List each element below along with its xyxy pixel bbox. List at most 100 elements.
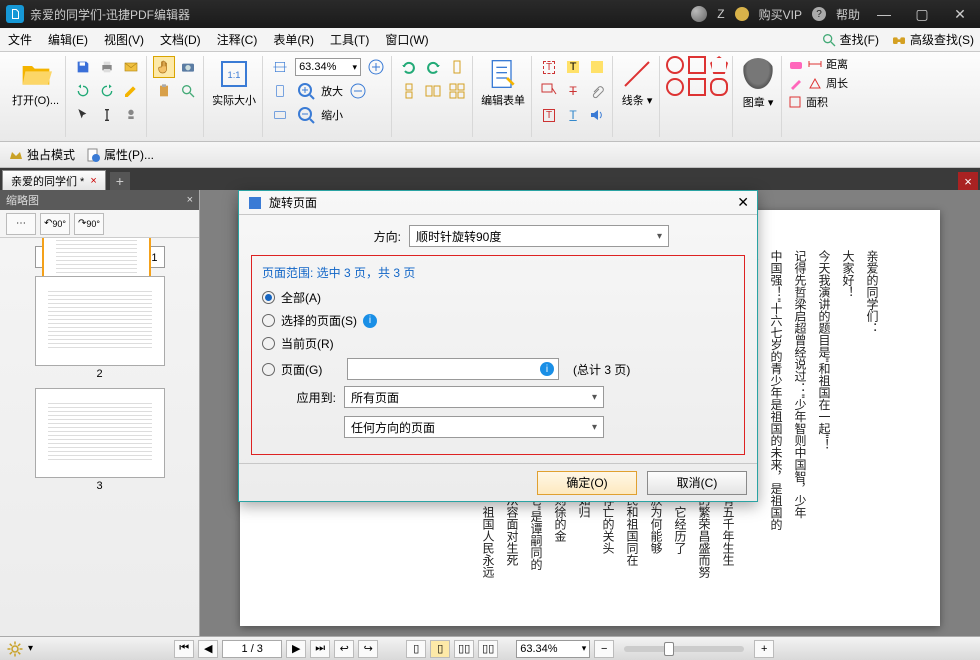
document-tab[interactable]: 亲爱的同学们 * × [2, 170, 106, 190]
zoom-minus-button[interactable] [347, 80, 369, 102]
gear-icon[interactable] [6, 640, 24, 658]
option-current[interactable]: 当前页(R) [262, 335, 734, 352]
last-page-button[interactable]: ⏭ [310, 640, 330, 658]
highlight-button[interactable]: T [562, 56, 584, 78]
exclusive-mode-button[interactable]: 独占模式 [8, 146, 75, 163]
panel-close-button[interactable]: × [187, 194, 193, 206]
direction-select[interactable]: 顺时针旋转90度▾ [409, 225, 669, 247]
thumb-rotate-ccw-button[interactable]: ↶90° [40, 213, 70, 235]
print-button[interactable] [96, 56, 118, 78]
layout-toggle-1[interactable]: ▯ [406, 640, 426, 658]
radio-selected[interactable] [262, 314, 275, 327]
orientation-select[interactable]: 任何方向的页面▾ [344, 416, 604, 438]
zoom-percent-combo[interactable]: 63.34%▾ [295, 58, 361, 76]
fit-page-button[interactable] [269, 80, 291, 102]
thumbnail-2[interactable]: 2 [35, 276, 165, 380]
info-icon[interactable]: i [363, 314, 377, 328]
user-badge[interactable]: Z [717, 7, 724, 21]
find-button[interactable]: 查找(F) [815, 31, 885, 48]
buy-vip-link[interactable]: 购买VIP [759, 6, 802, 23]
note-button[interactable] [586, 56, 608, 78]
help-link[interactable]: 帮助 [836, 6, 860, 23]
thumb-rotate-cw-button[interactable]: ↷90° [74, 213, 104, 235]
close-button[interactable]: ✕ [946, 6, 974, 23]
menu-comment[interactable]: 注释(C) [209, 31, 266, 48]
zoom-in-status[interactable]: + [754, 640, 774, 658]
menu-view[interactable]: 视图(V) [96, 31, 152, 48]
option-pages[interactable]: 页面(G) i (总计 3 页) [262, 358, 734, 380]
option-all[interactable]: 全部(A) [262, 289, 734, 306]
menu-document[interactable]: 文档(D) [152, 31, 209, 48]
edit-content-button[interactable] [120, 80, 142, 102]
open-button[interactable]: 打开(O)... [10, 56, 61, 110]
layout-facing-button[interactable] [422, 80, 444, 102]
status-zoom-combo[interactable]: 63.34%▾ [516, 640, 590, 658]
hand-tool-button[interactable] [153, 56, 175, 78]
page-number-box[interactable]: 1 / 3 [222, 640, 282, 658]
snapshot-button[interactable] [177, 56, 199, 78]
menu-edit[interactable]: 编辑(E) [40, 31, 96, 48]
email-button[interactable] [120, 56, 142, 78]
fit-width-button[interactable] [269, 56, 291, 78]
ok-button[interactable]: 确定(O) [537, 471, 637, 495]
callout-button[interactable] [538, 80, 560, 102]
minimize-button[interactable]: — [870, 6, 898, 22]
text-select-button[interactable] [96, 104, 118, 126]
thumbnail-1[interactable]: 1 [35, 246, 165, 268]
find-tool-button[interactable] [177, 80, 199, 102]
attach-button[interactable] [586, 80, 608, 102]
pages-input[interactable]: i [347, 358, 559, 380]
shape-cloud[interactable] [710, 78, 728, 96]
menu-tool[interactable]: 工具(T) [322, 31, 377, 48]
nav-fwd-button[interactable]: ↪ [358, 640, 378, 658]
cancel-button[interactable]: 取消(C) [647, 471, 747, 495]
zoom-out-big-button[interactable] [295, 104, 317, 126]
layout-toggle-2[interactable]: ▯ [430, 640, 450, 658]
rotate-left-button[interactable] [398, 56, 420, 78]
redo-button[interactable] [96, 80, 118, 102]
radio-all[interactable] [262, 291, 275, 304]
radio-pages[interactable] [262, 363, 275, 376]
select-tool-button[interactable] [72, 104, 94, 126]
properties-button[interactable]: 属性(P)... [85, 146, 154, 163]
eraser-distance-row[interactable]: 距离 [788, 56, 848, 72]
text-annot-button[interactable]: T [538, 56, 560, 78]
zoom-in-big-button[interactable] [295, 80, 317, 102]
area-row[interactable]: 面积 [788, 94, 848, 110]
zoom-out-status[interactable]: − [594, 640, 614, 658]
close-all-tabs-button[interactable]: × [958, 172, 978, 190]
info-icon[interactable]: i [540, 362, 554, 376]
save-button[interactable] [72, 56, 94, 78]
sound-button[interactable] [586, 104, 608, 126]
strike-button[interactable]: T [562, 80, 584, 102]
shape-polygon[interactable] [710, 56, 728, 74]
dialog-close-button[interactable]: ✕ [737, 194, 749, 211]
thumbnail-3[interactable]: 3 [35, 388, 165, 492]
apply-to-select[interactable]: 所有页面▾ [344, 386, 604, 408]
advanced-find-button[interactable]: 高级查找(S) [885, 31, 980, 48]
marker-perimeter-row[interactable]: 周长 [788, 75, 848, 91]
shape-square[interactable] [688, 78, 706, 96]
option-selected[interactable]: 选择的页面(S) i [262, 312, 734, 329]
tab-close-button[interactable]: × [90, 175, 96, 187]
globe-icon[interactable] [691, 6, 707, 22]
first-page-button[interactable]: ⏮ [174, 640, 194, 658]
thumb-menu-button[interactable]: ⋯ [6, 213, 36, 235]
layout-single-button[interactable] [446, 56, 468, 78]
zoom-slider[interactable] [624, 646, 744, 652]
next-page-button[interactable]: ▶ [286, 640, 306, 658]
zoom-plus-button[interactable] [365, 56, 387, 78]
clipboard-button[interactable] [153, 80, 175, 102]
underline-button[interactable]: T [562, 104, 584, 126]
radio-current[interactable] [262, 337, 275, 350]
stamp-dropdown[interactable]: 图章 ▾ [739, 56, 777, 112]
layout-cont-button[interactable] [398, 80, 420, 102]
edit-form-button[interactable]: 编辑表单 [479, 56, 527, 110]
annotation-select-button[interactable] [120, 104, 142, 126]
layout-toggle-4[interactable]: ▯▯ [478, 640, 498, 658]
shape-circle[interactable] [666, 78, 684, 96]
layout-facing-cont-button[interactable] [446, 80, 468, 102]
fit-visible-button[interactable] [269, 104, 291, 126]
add-tab-button[interactable]: + [110, 172, 130, 190]
layout-toggle-3[interactable]: ▯▯ [454, 640, 474, 658]
